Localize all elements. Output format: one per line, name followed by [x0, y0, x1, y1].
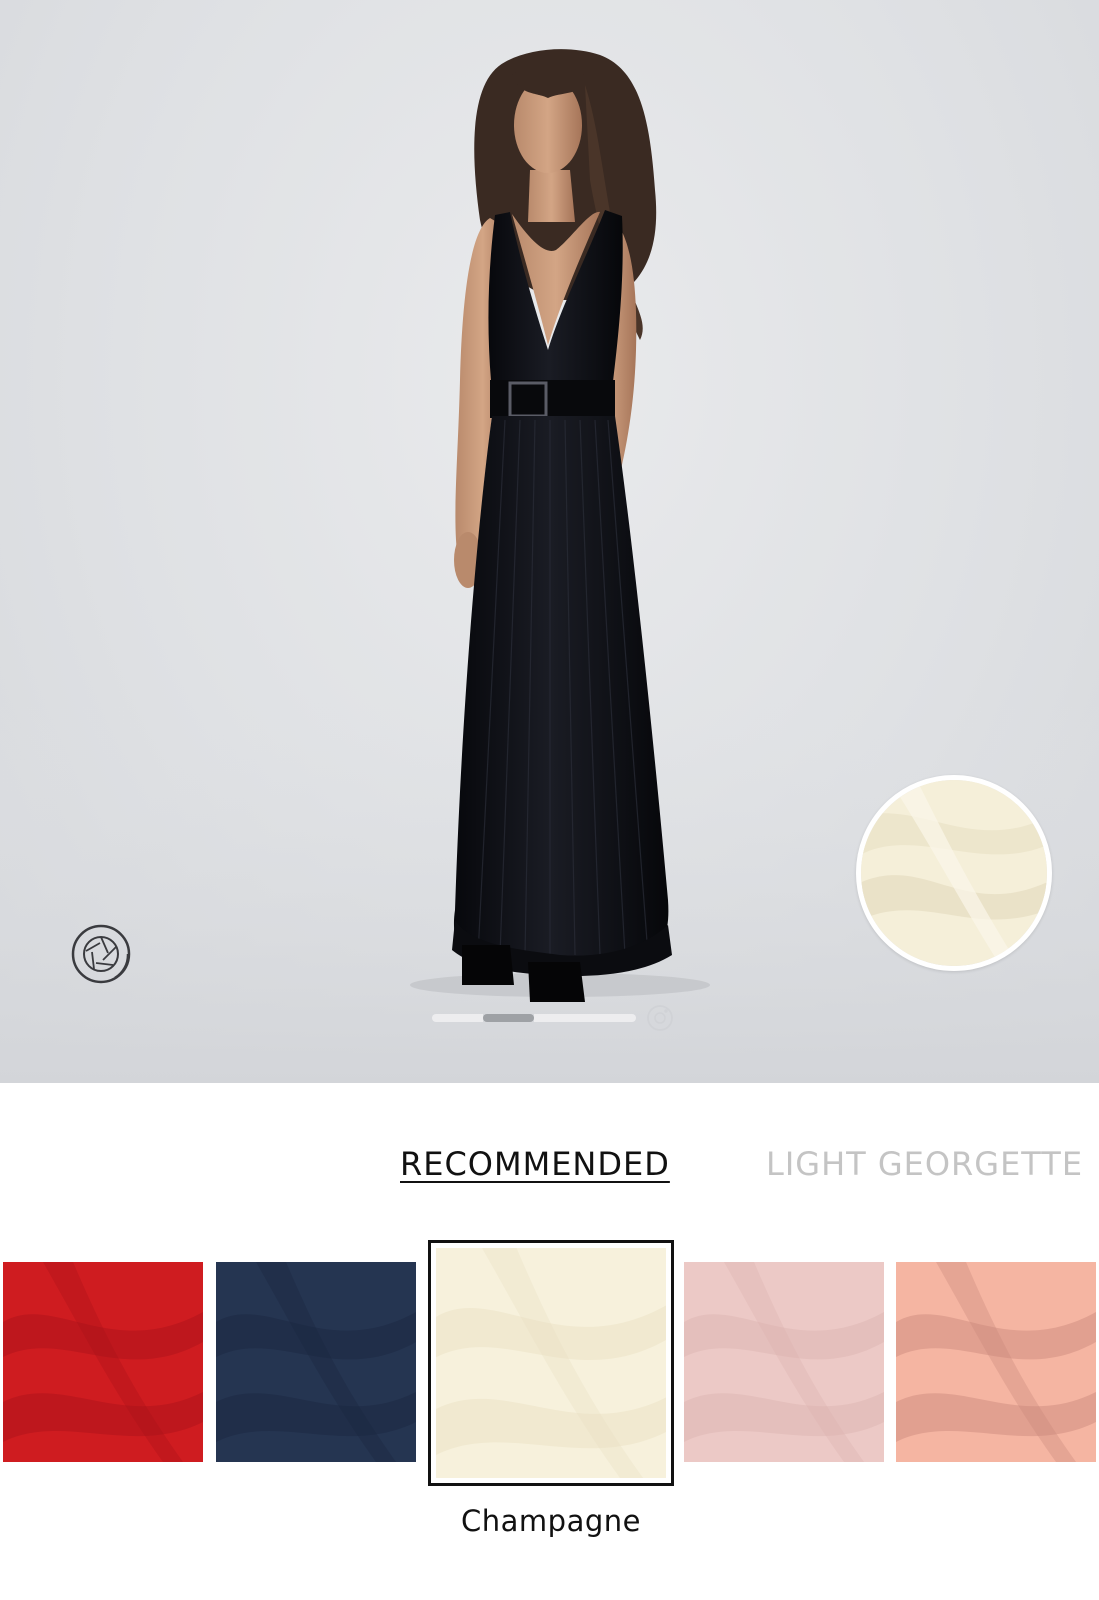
pager-dot-active[interactable]	[483, 1014, 534, 1022]
pager-dot[interactable]	[585, 1014, 636, 1022]
fabric-preview[interactable]	[856, 775, 1052, 971]
pager-dot[interactable]	[432, 1014, 483, 1022]
swatch-blush[interactable]	[684, 1262, 884, 1462]
pager-dot[interactable]	[534, 1014, 585, 1022]
swatch-peach[interactable]	[896, 1262, 1096, 1462]
image-pager	[432, 1005, 674, 1031]
tab-recommended[interactable]: RECOMMENDED	[400, 1145, 670, 1183]
camera-aperture-icon[interactable]	[70, 923, 132, 985]
swatch-red[interactable]	[3, 1262, 203, 1462]
swatch-texture	[216, 1262, 416, 1462]
swatch-texture	[684, 1262, 884, 1462]
360-view-icon[interactable]	[646, 1004, 674, 1032]
fabric-preview-texture	[861, 780, 1047, 966]
selected-color-label: Champagne	[461, 1504, 641, 1538]
product-image[interactable]	[0, 0, 1099, 1083]
color-swatches	[0, 1240, 1099, 1545]
fabric-tabs: RECOMMENDED LIGHT GEORGETTE	[0, 1145, 1099, 1195]
swatch-texture	[436, 1248, 666, 1478]
tab-light-georgette[interactable]: LIGHT GEORGETTE	[766, 1145, 1083, 1183]
swatch-texture	[3, 1262, 203, 1462]
swatch-texture	[896, 1262, 1096, 1462]
swatch-navy[interactable]	[216, 1262, 416, 1462]
swatch-champagne[interactable]	[428, 1240, 674, 1486]
